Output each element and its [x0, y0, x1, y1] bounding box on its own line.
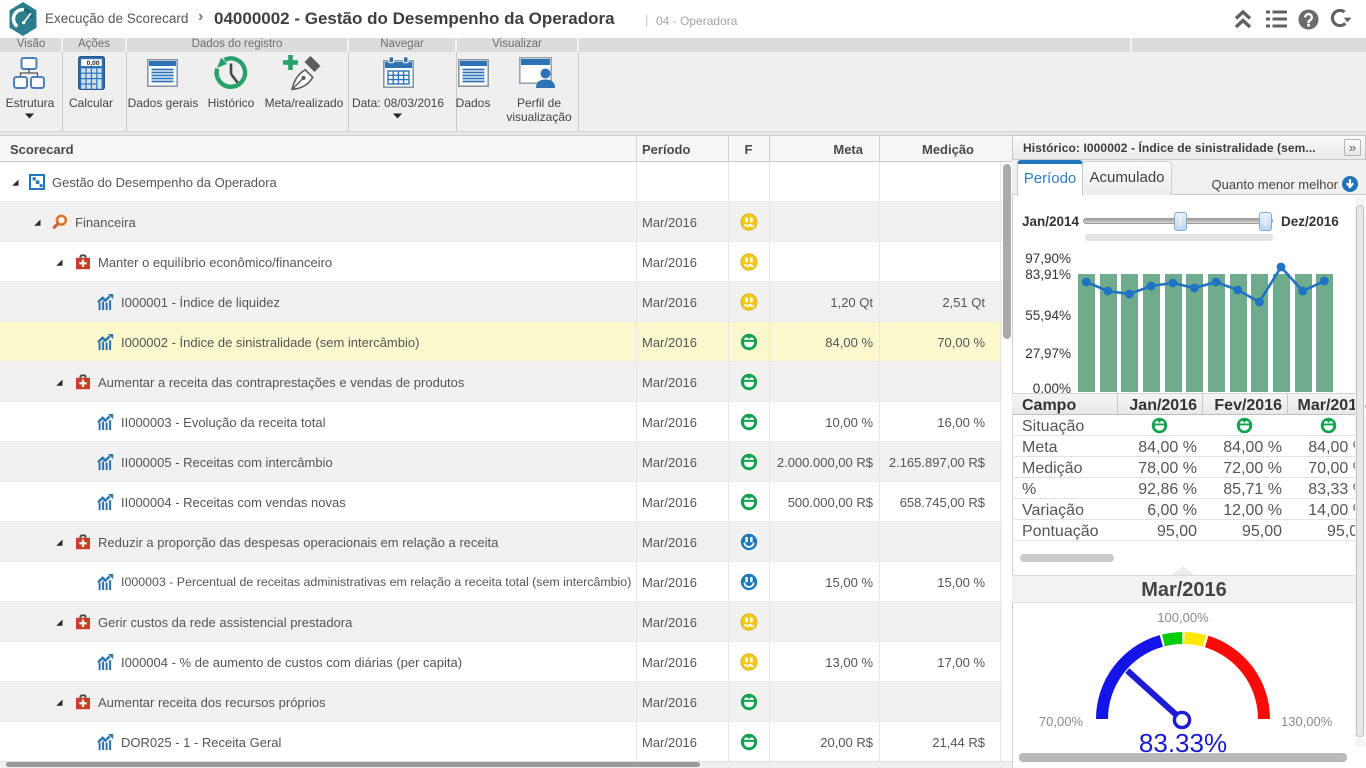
svg-text:0,00: 0,00 [87, 60, 100, 67]
